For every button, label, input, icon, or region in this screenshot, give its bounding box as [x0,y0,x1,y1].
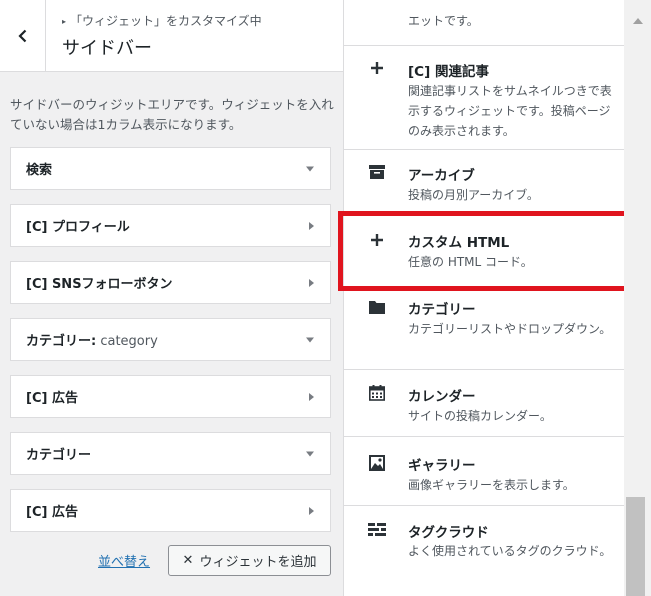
customizer-panel: ▸ 「ウィジェット」をカスタマイズ中 サイドバー サイドバーのウィジットエリアです… [0,0,344,596]
expand-arrow-icon[interactable] [306,337,314,342]
calendar-icon [368,384,386,402]
available-widget-custom-html[interactable]: カスタム HTML 任意の HTML コード。 [344,213,624,290]
breadcrumb: ▸ 「ウィジェット」をカスタマイズ中 [62,12,262,29]
available-widget-tag-cloud[interactable]: タグクラウド よく使用されているタグのクラウド。 [344,506,624,596]
expand-arrow-icon[interactable] [309,506,314,515]
widget-title: [C] プロフィール [26,220,130,235]
widget-ad-2[interactable]: [C] 広告 [10,489,331,532]
tag-cloud-icon [368,521,386,539]
available-widget-archives[interactable]: アーカイブ 投稿の月別アーカイブ。 [344,150,624,213]
widget-title: [C] 広告 [26,391,78,406]
widget-title: [C] SNSフォローボタン [26,277,173,292]
widget-sns-follow[interactable]: [C] SNSフォローボタン [10,261,331,304]
widget-name: カレンダー [408,389,476,405]
reorder-link[interactable]: 並べ替え [98,551,150,570]
scrollbar-thumb[interactable] [626,497,645,596]
section-description: サイドバーのウィジットエリアです。ウィジェットを入れていない場合は1カラム表示に… [10,97,334,132]
widget-name: タグクラウド [408,525,489,541]
scroll-up-button[interactable] [624,0,651,46]
arrow-up-icon [632,18,643,24]
close-icon: ✕ [182,553,194,568]
archive-icon [368,163,386,181]
expand-arrow-icon[interactable] [309,392,314,401]
available-widget-categories[interactable]: カテゴリー カテゴリーリストやドロップダウン。 [344,290,624,370]
widget-description: エットです。 [408,14,479,28]
widget-description: カテゴリーリストやドロップダウン。 [408,322,612,336]
widget-title: カテゴリー [26,448,92,463]
breadcrumb-text: 「ウィジェット」をカスタマイズ中 [70,14,262,28]
plus-icon [368,59,386,77]
widget-description: 関連記事リストをサムネイルつきで表示するウィジェットです。投稿ページのみ表示され… [408,84,612,138]
widget-search[interactable]: 検索 [10,147,331,190]
widget-title: 検索 [26,163,53,178]
add-widget-button[interactable]: ✕ ウィジェットを追加 [168,545,331,576]
expand-arrow-icon[interactable] [306,166,314,171]
available-widget-gallery[interactable]: ギャラリー 画像ギャラリーを表示します。 [344,437,624,506]
available-widgets-panel: エットです。 [C] 関連記事 関連記事リストをサムネイルつきで表示するウィジェ… [344,0,651,596]
panel-title: サイドバー [62,38,152,59]
caret-right-icon: ▸ [62,17,67,26]
plus-icon [368,231,386,249]
widget-name: [C] 関連記事 [408,64,489,80]
folder-icon [368,298,386,316]
widget-category-named[interactable]: カテゴリー: category [10,318,331,361]
widget-description: サイトの投稿カレンダー。 [408,409,552,423]
back-button[interactable] [0,0,46,72]
widget-title: [C] 広告 [26,505,78,520]
available-widget-related-posts[interactable]: [C] 関連記事 関連記事リストをサムネイルつきで表示するウィジェットです。投稿… [344,46,624,150]
expand-arrow-icon[interactable] [309,221,314,230]
panel-header: ▸ 「ウィジェット」をカスタマイズ中 サイドバー [0,0,343,72]
widget-title: カテゴリー: category [26,334,158,349]
widget-description: 画像ギャラリーを表示します。 [408,478,575,492]
widget-ad-1[interactable]: [C] 広告 [10,375,331,418]
widget-description: 投稿の月別アーカイブ。 [408,188,539,202]
widget-description: よく使用されているタグのクラウド。 [408,544,612,558]
widget-category[interactable]: カテゴリー [10,432,331,475]
scrollbar[interactable] [624,0,651,596]
widget-name: ギャラリー [408,458,476,474]
gallery-icon [368,454,386,472]
chevron-left-icon [17,29,26,43]
add-widget-label: ウィジェットを追加 [199,555,317,570]
widget-profile[interactable]: [C] プロフィール [10,204,331,247]
widget-name: カスタム HTML [408,235,510,251]
available-widget-partial[interactable]: エットです。 [344,0,624,46]
widget-name: アーカイブ [408,168,475,184]
widget-name: カテゴリー [408,302,476,318]
expand-arrow-icon[interactable] [309,278,314,287]
available-widget-calendar[interactable]: カレンダー サイトの投稿カレンダー。 [344,370,624,437]
expand-arrow-icon[interactable] [306,451,314,456]
widget-description: 任意の HTML コード。 [408,255,533,269]
